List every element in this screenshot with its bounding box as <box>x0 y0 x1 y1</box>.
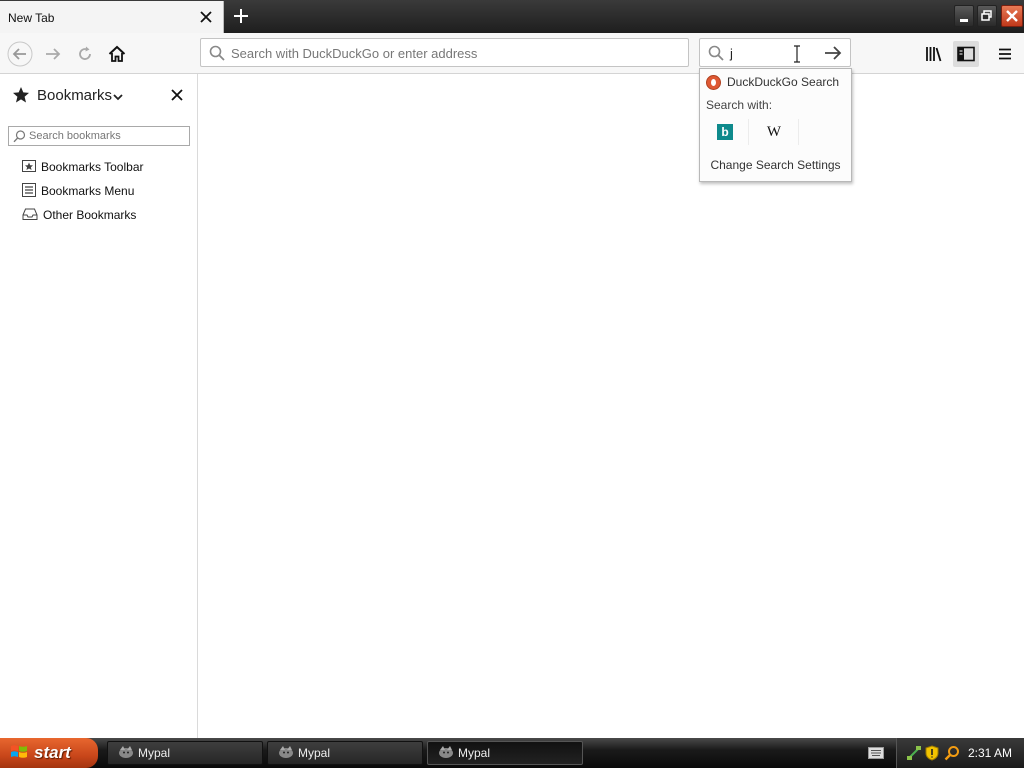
taskbar: start Mypal Mypal Mypal 2:31 AM <box>0 738 1024 768</box>
sidebar-header: Bookmarks <box>0 74 197 118</box>
window-close-button[interactable] <box>1001 5 1023 27</box>
search-icon[interactable] <box>708 45 724 64</box>
taskbar-item-label: Mypal <box>298 746 331 760</box>
bookmarks-sidebar: Bookmarks Bookmarks Toolbar Bookmarks Me… <box>0 74 198 738</box>
start-label: start <box>34 743 71 762</box>
bookmarks-search-input[interactable] <box>29 128 187 144</box>
star-icon <box>12 86 30 107</box>
other-bookmarks-icon <box>22 207 38 224</box>
tab-title: New Tab <box>8 11 55 25</box>
tab-close-icon[interactable] <box>198 9 214 25</box>
search-with-label: Search with: <box>706 98 773 112</box>
restore-button[interactable] <box>977 5 997 27</box>
text-cursor-icon <box>793 45 801 63</box>
search-suggestions-popup: DuckDuckGo Search Search with: b W Chang… <box>699 68 852 182</box>
taskbar-item-label: Mypal <box>458 746 491 760</box>
title-bar: New Tab <box>0 0 1024 33</box>
sidebar-item-label: Bookmarks Toolbar <box>41 160 144 174</box>
sidebar-close-icon[interactable] <box>169 87 185 103</box>
search-magnifier-icon[interactable] <box>944 745 960 764</box>
engine-divider <box>748 119 749 145</box>
mypal-app-icon <box>278 745 294 762</box>
windows-logo-icon <box>10 743 28 764</box>
sidebar-item-label: Bookmarks Menu <box>41 184 135 198</box>
duckduckgo-search-label: DuckDuckGo Search <box>727 75 840 89</box>
library-icon[interactable] <box>921 41 947 67</box>
taskbar-item-mypal-active[interactable]: Mypal <box>427 741 583 765</box>
engine-divider <box>798 119 799 145</box>
wikipedia-icon[interactable]: W <box>766 124 782 140</box>
bing-icon[interactable]: b <box>717 124 733 140</box>
mypal-app-icon <box>438 745 454 762</box>
duckduckgo-search-item[interactable]: DuckDuckGo Search <box>706 74 839 90</box>
duckduckgo-icon <box>706 74 721 90</box>
taskbar-item-mypal[interactable]: Mypal <box>267 741 423 765</box>
sidebar-item-bookmarks-menu[interactable]: Bookmarks Menu <box>22 182 134 200</box>
sidebar-item-bookmarks-toolbar[interactable]: Bookmarks Toolbar <box>22 158 144 176</box>
back-arrow-icon[interactable] <box>7 41 33 67</box>
navigation-toolbar: j <box>0 33 1024 74</box>
bookmarks-toolbar-icon <box>22 159 36 176</box>
taskbar-item-mypal[interactable]: Mypal <box>107 741 263 765</box>
chevron-down-icon[interactable] <box>113 90 123 104</box>
minimize-button[interactable] <box>954 5 974 27</box>
mypal-app-icon <box>118 745 134 762</box>
system-tray: 2:31 AM <box>896 738 1024 768</box>
search-bar[interactable]: j <box>699 38 851 67</box>
new-tab-plus-icon[interactable] <box>229 5 253 27</box>
bookmarks-menu-icon <box>22 182 36 200</box>
search-icon <box>209 45 225 64</box>
search-bar-value[interactable]: j <box>730 46 733 61</box>
bookmarks-search-box[interactable] <box>8 126 190 146</box>
hamburger-menu-icon[interactable] <box>992 41 1018 67</box>
search-icon <box>13 130 26 146</box>
keyboard-language-icon[interactable] <box>868 747 884 762</box>
sidebar-item-other-bookmarks[interactable]: Other Bookmarks <box>22 206 136 224</box>
sidebar-toggle-icon[interactable] <box>953 41 979 67</box>
home-icon[interactable] <box>104 41 130 67</box>
change-search-settings-button[interactable]: Change Search Settings <box>700 158 851 172</box>
address-input[interactable] <box>231 43 681 63</box>
security-shield-icon[interactable] <box>925 745 939 764</box>
sidebar-item-label: Other Bookmarks <box>43 208 137 222</box>
reload-icon[interactable] <box>72 41 98 67</box>
network-icon[interactable] <box>906 745 922 764</box>
start-button[interactable]: start <box>0 738 98 768</box>
tab-new-tab[interactable]: New Tab <box>0 1 224 33</box>
clock[interactable]: 2:31 AM <box>968 746 1012 760</box>
forward-arrow-icon[interactable] <box>40 41 66 67</box>
sidebar-title[interactable]: Bookmarks <box>37 87 112 104</box>
url-bar[interactable] <box>200 38 689 67</box>
taskbar-item-label: Mypal <box>138 746 171 760</box>
search-go-arrow-icon[interactable] <box>824 45 842 64</box>
